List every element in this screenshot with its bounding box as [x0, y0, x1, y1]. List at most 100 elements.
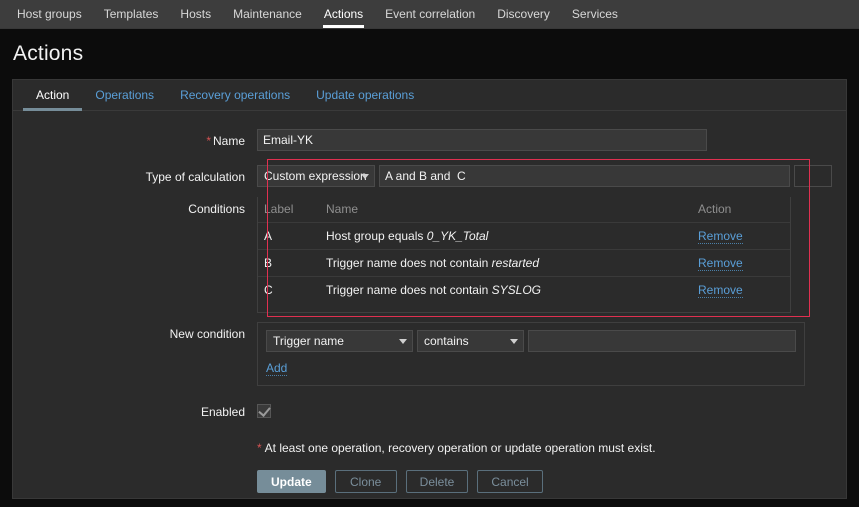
tab-label: Recovery operations	[180, 88, 291, 102]
new-condition-type-select[interactable]: Trigger name	[266, 330, 413, 352]
action-form-panel: Action Operations Recovery operations Up…	[12, 79, 847, 499]
table-row: B Trigger name does not contain restarte…	[258, 249, 790, 277]
form-row-note: * At least one operation, recovery operat…	[13, 440, 846, 456]
type-of-calculation-field-wrap: Custom expression	[257, 165, 846, 187]
update-button[interactable]: Update	[257, 470, 326, 493]
form-row-conditions: Conditions Label Name Action A Host grou…	[13, 197, 846, 313]
condition-name: Trigger name does not contain restarted	[326, 249, 698, 277]
conditions-label: Conditions	[188, 202, 245, 216]
nav-item-label: Actions	[323, 7, 364, 21]
nav-item-label: Event correlation	[385, 7, 476, 21]
name-label-text: Name	[212, 134, 245, 148]
new-condition-controls: Trigger name contains	[266, 330, 796, 352]
new-condition-type-value: Trigger name	[273, 334, 344, 348]
tab-action[interactable]: Action	[23, 80, 83, 111]
condition-label: A	[258, 222, 326, 250]
condition-name-prefix: Trigger name does not contain	[326, 256, 492, 270]
tab-update-operations[interactable]: Update operations	[303, 80, 427, 110]
new-condition-operator-select[interactable]: contains	[416, 330, 525, 352]
remove-condition-link[interactable]: Remove	[698, 283, 743, 298]
custom-expression-input[interactable]	[379, 165, 790, 187]
condition-name-prefix: Trigger name does not contain	[326, 283, 492, 297]
conditions-table-container: Label Name Action A Host group equals 0_…	[257, 197, 791, 313]
remove-condition-link[interactable]: Remove	[698, 229, 743, 244]
name-field-wrap	[257, 129, 846, 151]
conditions-table-body: A Host group equals 0_YK_Total Remove B …	[258, 222, 790, 304]
column-header-action: Action	[698, 197, 790, 223]
required-marker: *	[257, 441, 262, 455]
condition-name-value: 0_YK_Total	[426, 229, 489, 243]
condition-action: Remove	[698, 277, 790, 304]
tab-operations[interactable]: Operations	[82, 80, 167, 110]
nav-item-discovery[interactable]: Discovery	[486, 0, 561, 28]
tab-label: Update operations	[316, 88, 415, 102]
nav-item-event-correlation[interactable]: Event correlation	[374, 0, 486, 28]
new-condition-operator-value: contains	[423, 334, 469, 348]
nav-item-host-groups[interactable]: Host groups	[6, 0, 93, 28]
name-input[interactable]	[257, 129, 707, 151]
nav-item-hosts[interactable]: Hosts	[169, 0, 222, 28]
condition-label: C	[264, 283, 273, 297]
conditions-table-head: Label Name Action	[258, 197, 790, 223]
required-note-text: At least one operation, recovery operati…	[264, 441, 656, 455]
remove-condition-link[interactable]: Remove	[698, 256, 743, 271]
condition-name: Trigger name does not contain SYSLOG	[326, 277, 698, 304]
top-navigation: Host groups Templates Hosts Maintenance …	[0, 0, 859, 29]
condition-label: B	[258, 249, 326, 277]
check-icon	[258, 404, 271, 417]
nav-item-label: Services	[571, 7, 618, 21]
type-of-calculation-selected-value: Custom expression	[264, 169, 367, 183]
type-of-calculation-label: Type of calculation	[145, 170, 245, 184]
page-title: Actions	[13, 41, 84, 65]
conditions-header-row: Label Name Action	[258, 197, 790, 223]
nav-item-label: Templates	[103, 7, 159, 21]
delete-button[interactable]: Delete	[405, 470, 469, 493]
cancel-button[interactable]: Cancel	[477, 470, 543, 493]
chevron-down-icon	[361, 174, 369, 179]
page-header: Actions	[0, 29, 859, 78]
nav-item-label: Hosts	[180, 7, 212, 21]
table-row: C Trigger name does not contain SYSLOG R…	[258, 277, 790, 304]
new-condition-label: New condition	[169, 327, 245, 341]
new-condition-field-wrap: Trigger name contains Add	[257, 322, 846, 386]
tab-label: Action	[36, 88, 70, 102]
required-note: * At least one operation, recovery operat…	[257, 440, 846, 456]
nav-item-services[interactable]: Services	[561, 0, 629, 28]
form-row-enabled: Enabled	[13, 400, 846, 424]
enabled-label: Enabled	[200, 405, 245, 419]
conditions-field-wrap: Label Name Action A Host group equals 0_…	[257, 197, 846, 313]
expression-side-box[interactable]	[794, 165, 832, 187]
new-condition-container: Trigger name contains Add	[257, 322, 805, 386]
required-marker: *	[206, 134, 211, 148]
nav-item-templates[interactable]: Templates	[93, 0, 170, 28]
enabled-field-wrap	[257, 400, 846, 418]
condition-action: Remove	[698, 222, 790, 250]
enabled-checkbox[interactable]	[257, 404, 271, 418]
name-label: * Name	[13, 129, 257, 153]
add-condition-link[interactable]: Add	[266, 361, 288, 376]
form-row-buttons: Update Clone Delete Cancel	[13, 470, 846, 493]
action-form: *Name Type of calculation Custom express…	[13, 111, 846, 493]
tab-recovery-operations[interactable]: Recovery operations	[167, 80, 303, 110]
nav-item-label: Maintenance	[233, 7, 302, 21]
type-of-calculation-select[interactable]: Custom expression	[257, 165, 375, 187]
chevron-down-icon	[510, 339, 519, 344]
form-row-type-of-calculation: Type of calculation Custom expression	[13, 165, 846, 189]
condition-name-value: restarted	[491, 256, 540, 270]
nav-item-label: Discovery	[497, 7, 550, 21]
condition-name-prefix: Host group equals	[326, 229, 427, 243]
table-row: A Host group equals 0_YK_Total Remove	[258, 222, 790, 250]
condition-name-value: SYSLOG	[491, 283, 542, 297]
condition-action: Remove	[698, 249, 790, 277]
clone-button[interactable]: Clone	[334, 470, 397, 493]
condition-name: Host group equals 0_YK_Total	[326, 222, 698, 250]
form-row-new-condition: New condition Trigger name contains Add	[13, 322, 846, 386]
column-header-label: Label	[258, 197, 326, 223]
nav-item-actions[interactable]: Actions	[313, 0, 374, 28]
nav-item-maintenance[interactable]: Maintenance	[222, 0, 313, 28]
new-condition-value-input[interactable]	[528, 330, 796, 352]
nav-item-label: Host groups	[17, 7, 82, 21]
conditions-table: Label Name Action A Host group equals 0_…	[258, 197, 790, 303]
column-header-name: Name	[326, 197, 698, 223]
chevron-down-icon	[398, 339, 407, 344]
